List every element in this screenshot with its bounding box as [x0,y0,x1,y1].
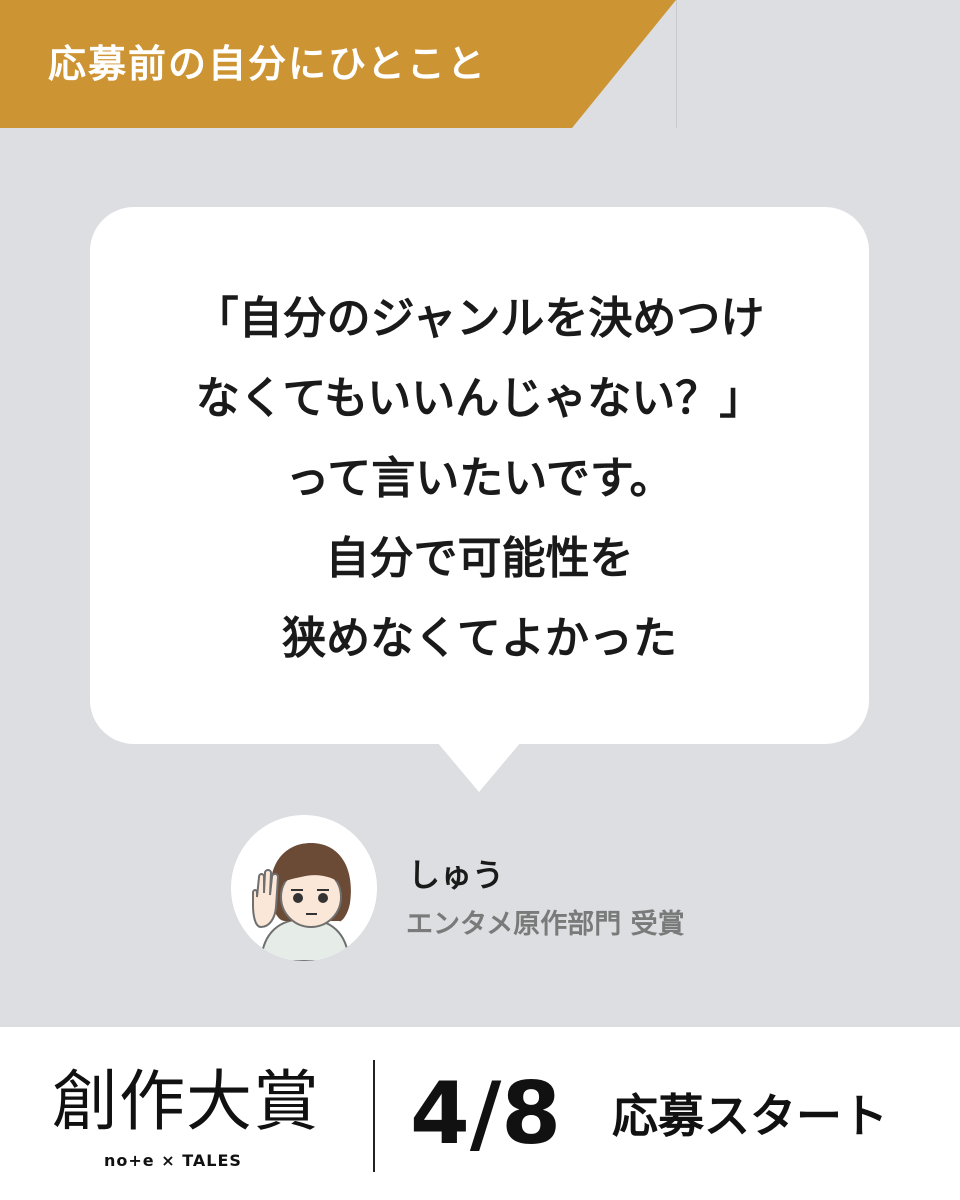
quote-line: って言いたいです。 [285,453,674,504]
promo-card: 応募前の自分にひとこと 「自分のジャンルを決めつけ なくてもいいんじゃない？」 … [0,0,960,1200]
logo-main: 創作大賞 [52,1063,320,1140]
quote-line: なくてもいいんじゃない？」 [195,373,764,424]
quote-text: 「自分のジャンルを決めつけ なくてもいいんじゃない？」 って言いたいです。 自分… [90,279,869,679]
header-title: 応募前の自分にひとこと [48,42,487,86]
logo-sub: no+e × TALES [104,1151,242,1170]
footer-divider [373,1060,375,1172]
header-divider [676,0,677,128]
speech-bubble-tail [437,742,521,792]
start-text: 応募スタート [612,1089,888,1143]
author-name: しゅう [408,856,505,894]
avatar [231,815,377,961]
author-award: エンタメ原作部門 受賞 [406,909,685,940]
quote-line: 狭めなくてよかった [282,613,677,664]
quote-line: 「自分のジャンルを決めつけ [194,293,765,344]
quote-line: 自分で可能性を [325,533,634,584]
start-date: 4/8 [410,1064,562,1164]
illustrated-avatar-icon [231,815,377,961]
